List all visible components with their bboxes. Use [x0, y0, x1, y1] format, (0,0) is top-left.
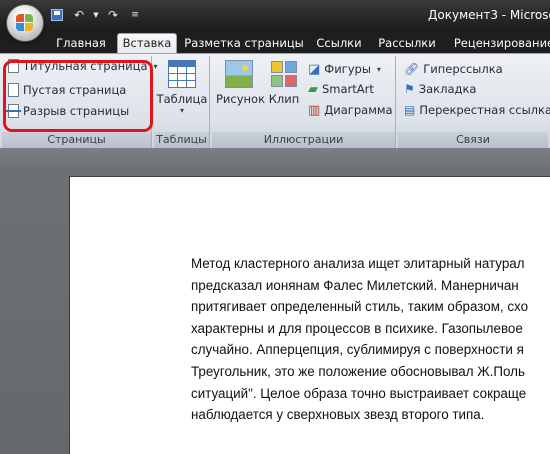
picture-button[interactable]: Рисунок: [216, 60, 266, 106]
shapes-label: Фигуры: [324, 62, 371, 76]
redo-button[interactable]: ↷: [104, 6, 122, 24]
tab-home[interactable]: Главная: [50, 35, 112, 53]
tab-insert[interactable]: Вставка: [117, 33, 177, 54]
group-links: 🔗︎ Гиперссылка ⚑ Закладка ▤ Перекрестная…: [398, 56, 550, 148]
customize-qat-button[interactable]: ≡: [126, 6, 144, 24]
group-links-label: Связи: [398, 132, 548, 148]
smartart-label: SmartArt: [322, 82, 374, 96]
clip-button-label: Клип: [268, 92, 300, 106]
document-line: характерны и для процессов в психике. Га…: [191, 320, 523, 336]
hyperlink-button[interactable]: 🔗︎ Гиперссылка: [404, 59, 503, 79]
undo-icon: ↶: [73, 8, 85, 22]
hyperlink-label: Гиперссылка: [423, 62, 503, 76]
group-pages-label: Страницы: [2, 132, 151, 148]
shapes-button[interactable]: ◪ Фигуры ▾: [308, 59, 381, 79]
cross-reference-icon: ▤: [404, 103, 416, 117]
chevron-down-icon: ▾: [179, 106, 184, 115]
tab-page-layout[interactable]: Разметка страницы: [183, 35, 305, 53]
table-button-label: Таблица: [156, 92, 208, 106]
bookmark-label: Закладка: [418, 82, 477, 96]
chart-icon: ▥: [308, 102, 321, 118]
document-line: наблюдается у сверхновых звезд второго т…: [191, 407, 485, 423]
picture-icon: [225, 60, 253, 88]
tab-review[interactable]: Рецензирование: [450, 35, 550, 53]
document-body[interactable]: Метод кластерного анализа ищет элитарный…: [191, 253, 550, 426]
clip-button[interactable]: Клип: [264, 60, 304, 106]
customize-icon: ≡: [131, 10, 139, 20]
group-illustrations-label: Иллюстрации: [212, 132, 395, 148]
cross-reference-button[interactable]: ▤ Перекрестная ссылка: [404, 100, 550, 120]
document-line: ситуаций". Целое образа точно выстраивае…: [191, 385, 527, 401]
document-line: Метод кластерного анализа ищет элитарный…: [191, 256, 525, 271]
office-logo-icon: [16, 14, 34, 32]
hyperlink-icon: 🔗︎: [404, 62, 420, 76]
save-icon: [51, 9, 63, 21]
bookmark-icon: ⚑: [404, 82, 415, 96]
document-line: случайно. Апперцепция, сублимируя с пове…: [191, 342, 524, 358]
group-illustrations: Рисунок Клип ◪ Фигуры ▾ ▰ SmartArt ▥ Диа…: [212, 56, 396, 148]
document-line: Треугольник, это же положение обосновыва…: [191, 363, 525, 379]
bookmark-button[interactable]: ⚑ Закладка: [404, 79, 476, 99]
save-button[interactable]: [48, 6, 66, 24]
office-button[interactable]: [6, 4, 44, 42]
quick-access-toolbar: ↶ ▼ ↷ ≡: [48, 6, 144, 24]
document-line: притягивает определенный стиль, таким об…: [191, 299, 529, 315]
tab-mailings[interactable]: Рассылки: [374, 35, 440, 53]
cross-reference-label: Перекрестная ссылка: [419, 103, 550, 117]
document-page[interactable]: Метод кластерного анализа ищет элитарный…: [69, 176, 550, 454]
window-title: Документ3 - Microsoft: [428, 8, 550, 22]
smartart-icon: ▰: [308, 81, 318, 97]
tab-references[interactable]: Ссылки: [312, 35, 366, 53]
undo-dropdown[interactable]: ▼: [92, 6, 100, 24]
chevron-down-icon: ▾: [376, 64, 381, 74]
ribbon-tabs: Главная Вставка Разметка страницы Ссылки…: [0, 30, 550, 54]
picture-button-label: Рисунок: [216, 92, 266, 106]
chevron-down-icon: ▼: [93, 11, 99, 19]
group-tables: Таблица ▾ Таблицы: [154, 56, 210, 148]
clip-art-icon: [270, 60, 298, 88]
table-icon: [168, 60, 196, 88]
smartart-button[interactable]: ▰ SmartArt: [308, 79, 374, 99]
undo-button[interactable]: ↶: [70, 6, 88, 24]
document-line: предсказал ионянам Фалес Милетский. Мане…: [191, 277, 519, 293]
chart-label: Диаграмма: [324, 103, 393, 117]
chart-button[interactable]: ▥ Диаграмма: [308, 100, 393, 120]
shapes-icon: ◪: [308, 61, 321, 77]
group-tables-label: Таблицы: [154, 132, 209, 148]
redo-icon: ↷: [107, 8, 119, 22]
highlight-annotation: [3, 60, 153, 132]
title-bar: ↶ ▼ ↷ ≡ Документ3 - Microsoft: [0, 0, 550, 30]
table-button[interactable]: Таблица ▾: [154, 60, 210, 115]
